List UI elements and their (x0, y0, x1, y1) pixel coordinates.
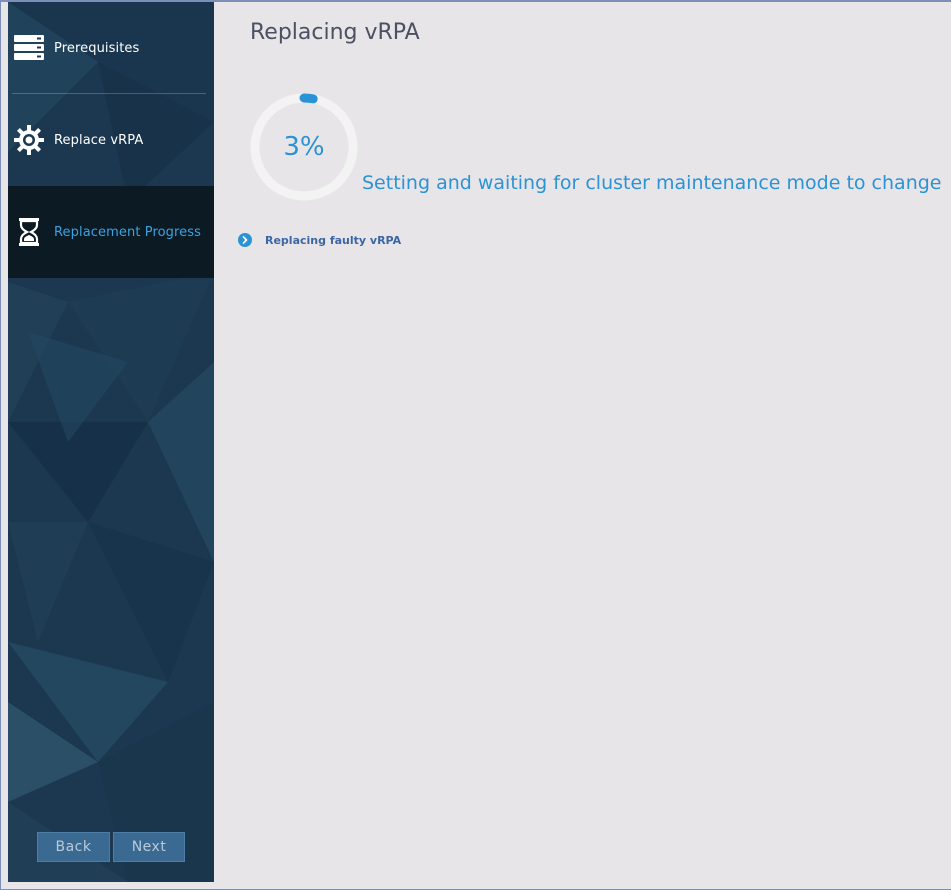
main-content: Replacing vRPA 3% Setting and waiting fo… (214, 2, 951, 889)
sidebar-item-label: Replace vRPA (54, 132, 144, 148)
step-label: Replacing faulty vRPA (265, 233, 402, 247)
sidebar-item-label: Replacement Progress (54, 224, 202, 240)
wizard-sidebar: Prerequisites Replace vRPA Replacement P… (8, 2, 214, 882)
back-button[interactable]: Back (37, 832, 110, 862)
gear-icon (12, 123, 46, 157)
step-item-replacing-faulty-vrpa: Replacing faulty vRPA (237, 232, 401, 248)
progress-percent: 3% (283, 132, 325, 162)
server-stack-icon (12, 31, 46, 65)
next-button[interactable]: Next (113, 832, 185, 862)
sidebar-item-replacement-progress[interactable]: Replacement Progress (8, 186, 214, 278)
sidebar-item-prerequisites[interactable]: Prerequisites (8, 2, 214, 94)
chevron-right-circle-icon (237, 232, 253, 248)
sidebar-item-replace-vrpa[interactable]: Replace vRPA (8, 94, 214, 186)
progress-status-text: Setting and waiting for cluster maintena… (362, 172, 942, 194)
page-title: Replacing vRPA (250, 20, 420, 45)
sidebar-item-label: Prerequisites (54, 40, 140, 56)
hourglass-icon (12, 215, 46, 249)
